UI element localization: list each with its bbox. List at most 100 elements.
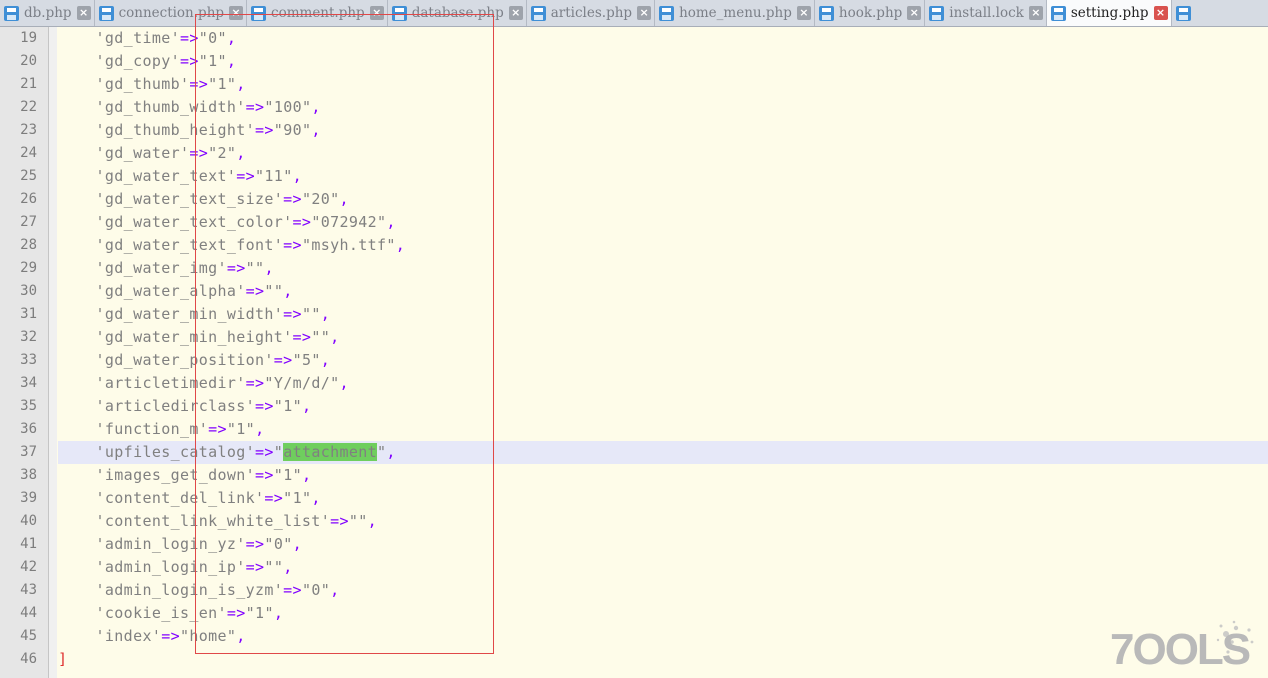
- line-number: 28: [20, 237, 37, 253]
- code-line[interactable]: 'gd_time'=>"0",: [58, 27, 1268, 50]
- tab-db-php[interactable]: db.php ×: [0, 0, 95, 26]
- code-line[interactable]: 'index'=>"home",: [58, 625, 1268, 648]
- tab-overflow[interactable]: [1172, 0, 1198, 26]
- string-quote: ": [292, 466, 302, 484]
- string-quote: ": [226, 420, 237, 438]
- array-value: 2: [217, 144, 227, 162]
- array-value: Y/m/d/: [273, 374, 331, 392]
- code-line[interactable]: 'gd_water_text_color'=>"072942",: [58, 211, 1268, 234]
- string-quote: ": [320, 581, 331, 599]
- code-line[interactable]: 'upfiles_catalog'=>"attachment",: [58, 441, 1268, 464]
- code-line[interactable]: 'gd_water_min_height'=>"",: [58, 326, 1268, 349]
- close-tab-icon[interactable]: ×: [796, 6, 811, 20]
- string-quote: ": [311, 305, 321, 323]
- close-tab-icon[interactable]: ×: [508, 6, 523, 20]
- code-line[interactable]: 'gd_water_text'=>"11",: [58, 165, 1268, 188]
- close-tab-icon[interactable]: ×: [1153, 6, 1168, 20]
- code-line[interactable]: 'gd_water_text_font'=>"msyh.ttf",: [58, 234, 1268, 257]
- code-editor[interactable]: 'gd_time'=>"0", 'gd_copy'=>"1", 'gd_thum…: [58, 27, 1268, 678]
- code-line[interactable]: 'images_get_down'=>"1",: [58, 464, 1268, 487]
- comma: ,: [292, 535, 302, 553]
- close-tab-icon[interactable]: ×: [637, 6, 652, 20]
- tab-setting-php[interactable]: setting.php ×: [1046, 0, 1172, 26]
- close-tab-icon[interactable]: ×: [907, 6, 922, 20]
- array-value: home: [189, 627, 227, 645]
- line-number: 38: [20, 467, 37, 483]
- tab-hook-php[interactable]: hook.php ×: [815, 0, 926, 26]
- code-line[interactable]: 'admin_login_is_yzm'=>"0",: [58, 579, 1268, 602]
- tab-home-menu-php[interactable]: home_menu.php ×: [655, 0, 815, 26]
- string-quote: ": [283, 535, 293, 553]
- code-line[interactable]: 'function_m'=>"1",: [58, 418, 1268, 441]
- arrow-operator: =>: [189, 75, 209, 93]
- code-line[interactable]: 'gd_water_alpha'=>"",: [58, 280, 1268, 303]
- string-quote: ": [301, 236, 312, 254]
- code-line[interactable]: 'content_del_link'=>"1",: [58, 487, 1268, 510]
- close-tab-icon[interactable]: ×: [76, 6, 91, 20]
- comma: ,: [301, 397, 312, 415]
- tab-label: hook.php: [838, 5, 903, 21]
- string-quote: ": [245, 420, 256, 438]
- code-line[interactable]: 'articletimedir'=>"Y/m/d/",: [58, 372, 1268, 395]
- tab-install-lock[interactable]: install.lock ×: [925, 0, 1047, 26]
- line-number: 26: [20, 191, 37, 207]
- array-value: 90: [283, 121, 302, 139]
- arrow-operator: =>: [245, 374, 265, 392]
- code-line[interactable]: 'gd_water'=>"2",: [58, 142, 1268, 165]
- string-quote: ": [377, 443, 387, 461]
- key-text: admin_login_yz: [104, 535, 237, 553]
- code-line[interactable]: 'gd_water_min_width'=>"",: [58, 303, 1268, 326]
- close-tab-icon[interactable]: ×: [1028, 6, 1043, 20]
- tab-articles-php[interactable]: articles.php ×: [527, 0, 656, 26]
- tab-comment-php[interactable]: comment.php ×: [247, 0, 388, 26]
- code-line[interactable]: 'cookie_is_en'=>"1",: [58, 602, 1268, 625]
- code-line[interactable]: 'gd_water_position'=>"5",: [58, 349, 1268, 372]
- code-line[interactable]: 'gd_thumb'=>"1",: [58, 73, 1268, 96]
- code-line[interactable]: 'gd_water_text_size'=>"20",: [58, 188, 1268, 211]
- code-line[interactable]: 'gd_thumb_height'=>"90",: [58, 119, 1268, 142]
- line-number: 43: [20, 582, 37, 598]
- array-key: 'gd_water_text': [95, 167, 237, 185]
- arrow-operator: =>: [264, 489, 284, 507]
- key-text: articledirclass: [104, 397, 246, 415]
- tab-label: db.php: [24, 5, 72, 21]
- close-tab-icon[interactable]: ×: [229, 6, 244, 20]
- string-quote: ": [208, 75, 218, 93]
- array-key: 'content_del_link': [95, 489, 265, 507]
- array-key: 'index': [95, 627, 162, 645]
- string-quote: ": [264, 558, 274, 576]
- code-line[interactable]: 'admin_login_ip'=>"",: [58, 556, 1268, 579]
- comma: ,: [264, 259, 274, 277]
- saved-file-icon: [98, 5, 114, 21]
- string-quote: ": [330, 374, 340, 392]
- code-line[interactable]: ]: [58, 648, 1268, 671]
- arrow-operator: =>: [255, 466, 274, 484]
- line-number: 45: [20, 628, 37, 644]
- array-key: 'gd_thumb_width': [95, 98, 246, 116]
- code-line[interactable]: 'content_link_white_list'=>"",: [58, 510, 1268, 533]
- code-line[interactable]: 'articledirclass'=>"1",: [58, 395, 1268, 418]
- line-number: 34: [20, 375, 37, 391]
- close-tab-icon[interactable]: ×: [369, 6, 384, 20]
- tab-connection-php[interactable]: connection.php ×: [95, 0, 248, 26]
- code-line[interactable]: 'gd_copy'=>"1",: [58, 50, 1268, 73]
- key-text: gd_water_text_font: [104, 236, 274, 254]
- string-quote: ": [377, 213, 387, 231]
- array-value: 1: [236, 420, 246, 438]
- code-line[interactable]: 'gd_water_img'=>"",: [58, 257, 1268, 280]
- arrow-operator: =>: [179, 29, 199, 47]
- key-text: articletimedir: [104, 374, 237, 392]
- array-value: msyh.ttf: [311, 236, 387, 254]
- array-value: 1: [208, 52, 218, 70]
- line-number: 23: [20, 122, 37, 138]
- code-line[interactable]: 'gd_thumb_width'=>"100",: [58, 96, 1268, 119]
- key-text: admin_login_ip: [104, 558, 237, 576]
- tab-label: home_menu.php: [679, 5, 792, 21]
- array-value: 072942: [320, 213, 377, 231]
- saved-file-icon: [1175, 5, 1191, 21]
- tab-database-php[interactable]: database.php ×: [388, 0, 527, 26]
- string-quote: ": [264, 282, 274, 300]
- arrow-operator: =>: [236, 167, 256, 185]
- string-quote: ": [386, 236, 396, 254]
- code-line[interactable]: 'admin_login_yz'=>"0",: [58, 533, 1268, 556]
